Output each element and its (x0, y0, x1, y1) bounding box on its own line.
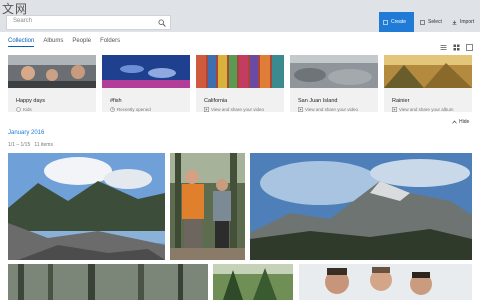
album-name: San Juan Island (298, 98, 338, 104)
album-card-happy-days[interactable]: Happy days Kids (8, 55, 96, 112)
photo-forest[interactable] (8, 264, 208, 300)
select-icon (420, 19, 425, 25)
album-name: Rainier (392, 98, 410, 104)
search-icon (158, 19, 166, 27)
album-name: Happy days (16, 98, 46, 104)
play-icon (204, 107, 209, 112)
photo-green-trees[interactable] (213, 264, 293, 300)
album-card-rainier[interactable]: Rainier View and share your album (384, 55, 472, 112)
album-name: California (204, 98, 228, 104)
play-icon (298, 107, 303, 112)
month-heading[interactable]: January 2016 (8, 130, 44, 136)
select-label: Select (428, 19, 442, 25)
hide-button[interactable]: Hide (452, 119, 469, 125)
tab-collection[interactable]: Collection (8, 38, 35, 47)
album-subtitle-text: View and share your video (211, 107, 264, 112)
create-label: Create (391, 19, 407, 25)
chevron-up-icon (452, 120, 457, 124)
album-name: #fish (110, 98, 122, 104)
import-label: Import (460, 19, 475, 25)
album-subtitle: Kids (16, 107, 96, 112)
import-button[interactable]: Import (448, 12, 480, 32)
hide-label: Hide (459, 119, 470, 125)
search-input[interactable]: Search (6, 15, 171, 30)
album-card-fish[interactable]: #fish Recently opened (102, 55, 190, 112)
title-bar: 文网 Search Create Select Import (0, 0, 480, 32)
photo-group-portrait[interactable] (299, 264, 472, 300)
album-subtitle: Recently opened (110, 107, 190, 112)
create-icon (383, 19, 388, 25)
album-thumbnail (384, 55, 472, 88)
select-button[interactable]: Select (416, 12, 446, 32)
photo-mountain-peak[interactable] (250, 153, 472, 260)
album-thumbnail (102, 55, 190, 88)
tab-albums[interactable]: Albums (43, 38, 63, 47)
photo-two-hikers[interactable] (170, 153, 245, 260)
album-subtitle: View and share your video (298, 107, 378, 112)
album-strip: Happy days Kids #fish Recently opened Ca… (8, 55, 472, 112)
import-icon (452, 20, 457, 25)
item-count: 11 items (34, 142, 53, 148)
tab-people[interactable]: People (72, 38, 91, 47)
date-range: 1/1 – 1/15 11 items (8, 142, 53, 148)
photo-lake-mountains[interactable] (8, 153, 165, 260)
date-range-text: 1/1 – 1/15 (8, 142, 31, 148)
album-subtitle: View and share your album (392, 107, 472, 112)
view-options (440, 38, 473, 56)
play-icon (392, 107, 397, 112)
album-card-california[interactable]: California View and share your video (196, 55, 284, 112)
album-subtitle-text: Recently opened (117, 107, 151, 112)
album-subtitle-text: Kids (23, 107, 32, 112)
create-button[interactable]: Create (379, 12, 414, 32)
album-thumbnail (8, 55, 96, 88)
grid-view-icon[interactable] (453, 38, 460, 56)
tiles-view-icon[interactable] (466, 38, 473, 56)
album-subtitle: View and share your video (204, 107, 284, 112)
album-thumbnail (290, 55, 378, 88)
album-card-san-juan-island[interactable]: San Juan Island View and share your vide… (290, 55, 378, 112)
album-subtitle-text: View and share your album (399, 107, 454, 112)
nav-tabs: Collection Albums People Folders (8, 38, 120, 47)
album-subtitle-text: View and share your video (305, 107, 358, 112)
album-thumbnail (196, 55, 284, 88)
smiley-icon (16, 107, 21, 112)
tab-folders[interactable]: Folders (100, 38, 120, 47)
search-placeholder: Search (13, 18, 33, 24)
list-view-icon[interactable] (440, 38, 447, 56)
clock-icon (110, 107, 115, 112)
